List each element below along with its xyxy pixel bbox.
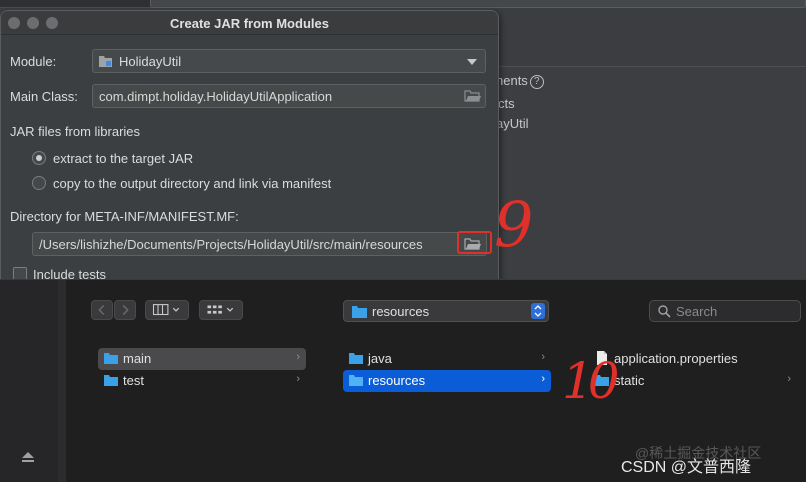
help-icon: ? bbox=[529, 75, 544, 89]
chevron-right-icon: › bbox=[296, 351, 300, 363]
module-folder-icon bbox=[99, 56, 112, 67]
annotation-highlight-box bbox=[457, 231, 492, 254]
chevron-right-icon: › bbox=[541, 351, 545, 363]
forward-button[interactable] bbox=[114, 300, 136, 320]
main-class-label: Main Class: bbox=[10, 89, 78, 104]
watermark: CSDN @文普西隆 bbox=[621, 459, 752, 476]
list-item[interactable]: java › bbox=[343, 348, 551, 370]
eject-icon[interactable] bbox=[22, 452, 34, 462]
chevron-right-icon: › bbox=[296, 373, 300, 385]
path-popup-label: resources bbox=[372, 304, 430, 319]
updown-chevron-icon bbox=[531, 303, 545, 319]
module-combobox[interactable]: HolidayUtil bbox=[92, 49, 486, 73]
background-top-field bbox=[150, 0, 806, 8]
chevron-right-icon bbox=[122, 304, 129, 316]
list-item[interactable]: static › bbox=[589, 370, 797, 392]
main-class-field[interactable]: com.dimpt.holiday.HolidayUtilApplication bbox=[92, 84, 486, 108]
grid-view-icon bbox=[207, 305, 234, 314]
path-popup-button[interactable]: resources bbox=[343, 300, 549, 322]
chevron-right-icon: › bbox=[541, 373, 545, 385]
list-item[interactable]: resources › bbox=[343, 370, 551, 392]
columns-view-icon bbox=[152, 304, 180, 316]
search-icon bbox=[658, 305, 671, 318]
main-class-value: com.dimpt.holiday.HolidayUtilApplication bbox=[99, 89, 333, 104]
dialog-titlebar: Create JAR from Modules bbox=[1, 11, 498, 35]
folder-icon bbox=[352, 306, 367, 318]
manifest-dir-value: /Users/lishizhe/Documents/Projects/Holid… bbox=[39, 237, 423, 252]
chevron-right-icon: › bbox=[787, 373, 791, 385]
list-item[interactable]: application.properties bbox=[589, 348, 797, 370]
annotation-step-9: 9 bbox=[494, 188, 534, 261]
list-item[interactable]: main › bbox=[98, 348, 306, 370]
background-right-panel bbox=[500, 66, 806, 290]
folder-icon bbox=[349, 375, 363, 386]
chevron-left-icon bbox=[98, 304, 105, 316]
list-item[interactable]: test › bbox=[98, 370, 306, 392]
search-input[interactable]: Search bbox=[649, 300, 801, 322]
radio-extract-label[interactable]: extract to the target JAR bbox=[53, 151, 193, 166]
dialog-title: Create JAR from Modules bbox=[170, 16, 329, 31]
module-value: HolidayUtil bbox=[119, 54, 182, 69]
folder-icon bbox=[104, 375, 118, 386]
manifest-dir-label: Directory for META-INF/MANIFEST.MF: bbox=[10, 209, 239, 224]
annotation-step-10: 10 bbox=[562, 352, 620, 410]
background-text-cts: cts bbox=[498, 96, 515, 111]
radio-extract[interactable] bbox=[32, 151, 46, 165]
search-placeholder: Search bbox=[676, 304, 718, 319]
folder-icon bbox=[349, 353, 363, 364]
browse-folder-icon[interactable] bbox=[461, 88, 483, 104]
group-mode-button[interactable] bbox=[199, 300, 243, 320]
background-text-ayutil: ayUtil bbox=[496, 116, 529, 131]
folder-icon bbox=[104, 353, 118, 364]
create-jar-dialog: Create JAR from Modules Module: HolidayU… bbox=[0, 10, 499, 280]
manifest-dir-field[interactable]: /Users/lishizhe/Documents/Projects/Holid… bbox=[32, 232, 487, 256]
chooser-sidebar bbox=[0, 280, 66, 482]
back-button[interactable] bbox=[91, 300, 113, 320]
module-label: Module: bbox=[10, 54, 57, 69]
sidebar-scrollbar[interactable] bbox=[58, 280, 66, 482]
view-mode-button[interactable] bbox=[145, 300, 189, 320]
jar-files-section-label: JAR files from libraries bbox=[10, 124, 141, 139]
radio-copy[interactable] bbox=[32, 176, 46, 190]
radio-copy-label[interactable]: copy to the output directory and link vi… bbox=[53, 176, 331, 191]
chevron-down-icon bbox=[467, 59, 477, 65]
background-text-nents: nents? bbox=[496, 73, 544, 89]
